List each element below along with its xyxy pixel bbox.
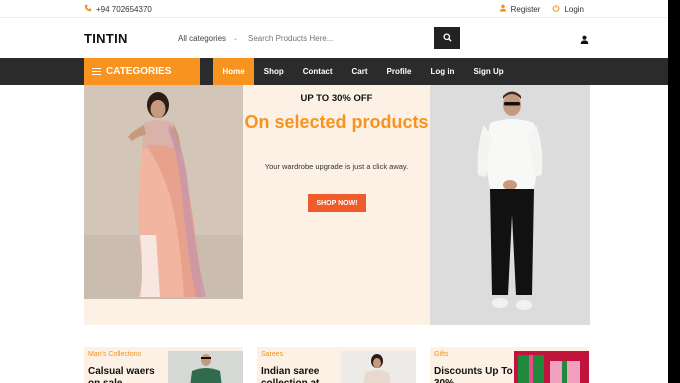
nav-item-signup[interactable]: Sign Up [464, 58, 513, 85]
site-logo[interactable]: TINTIN [84, 31, 128, 46]
power-icon [552, 4, 560, 14]
main-nav: CATEGORIES Home Shop Contact Cart Profil… [0, 58, 668, 85]
saree-model-image [84, 85, 243, 299]
chevron-down-icon: ⌄ [232, 35, 238, 42]
nav-item-contact[interactable]: Contact [293, 58, 342, 85]
register-link[interactable]: Register [499, 4, 541, 14]
search-bar: All categories ⌄ [170, 27, 460, 49]
hero-pretitle: UP TO 30% OFF [300, 93, 373, 104]
promo-cards: Man's Collectons Calsual waers on sale S… [0, 347, 668, 383]
card-image [168, 351, 243, 383]
login-link[interactable]: Login [552, 4, 584, 14]
menu-icon [92, 68, 101, 75]
hero-subtitle: Your wardrobe upgrade is just a click aw… [264, 162, 409, 171]
category-select-value: All categories [178, 33, 227, 43]
search-input[interactable] [242, 27, 434, 49]
phone-number: +94 702654370 [96, 4, 152, 14]
page: +94 702654370 Register Login TINTIN All … [0, 0, 680, 383]
card-image [514, 351, 589, 383]
promo-card-gifts[interactable]: Gifts Discounts Up To 30% [430, 347, 589, 383]
card-title: Indian saree collection at [261, 366, 320, 383]
account-links: Register Login [499, 4, 584, 14]
search-button[interactable] [434, 27, 460, 49]
phone-icon [84, 4, 92, 14]
categories-label: CATEGORIES [106, 66, 172, 77]
promo-card-sarees[interactable]: Sarees Indian saree collection at [257, 347, 416, 383]
shop-now-button[interactable]: SHOP NOW! [308, 194, 366, 212]
card-title: Calsual waers on sale [88, 366, 155, 383]
header: TINTIN All categories ⌄ [0, 18, 668, 58]
nav-item-cart[interactable]: Cart [342, 58, 377, 85]
card-tag: Man's Collectons [88, 351, 142, 358]
search-icon [442, 29, 452, 47]
user-icon[interactable] [580, 31, 590, 44]
nav-item-profile[interactable]: Profile [377, 58, 421, 85]
login-label: Login [564, 4, 584, 14]
card-tag: Gifts [434, 351, 449, 358]
promo-card-mens[interactable]: Man's Collectons Calsual waers on sale [84, 347, 243, 383]
card-image [341, 351, 416, 383]
nav-item-shop[interactable]: Shop [254, 58, 293, 85]
register-label: Register [510, 4, 541, 14]
hero-text: UP TO 30% OFF On selected products Your … [243, 85, 430, 325]
nav-menu: Home Shop Contact Cart Profile Log in Si… [213, 58, 513, 85]
nav-item-login[interactable]: Log in [421, 58, 464, 85]
phone-contact: +94 702654370 [84, 4, 152, 14]
top-bar: +94 702654370 Register Login [0, 0, 668, 18]
categories-button[interactable]: CATEGORIES [84, 58, 200, 85]
card-tag: Sarees [261, 351, 284, 358]
nav-item-home[interactable]: Home [213, 58, 255, 85]
window-edge [668, 0, 680, 383]
category-select[interactable]: All categories ⌄ [170, 34, 242, 43]
hero-banner: UP TO 30% OFF On selected products Your … [84, 85, 590, 325]
menswear-model-image [430, 85, 590, 325]
hero-title: On selected products [244, 112, 429, 132]
person-icon [499, 4, 507, 14]
card-title: Discounts Up To 30% [434, 366, 513, 383]
